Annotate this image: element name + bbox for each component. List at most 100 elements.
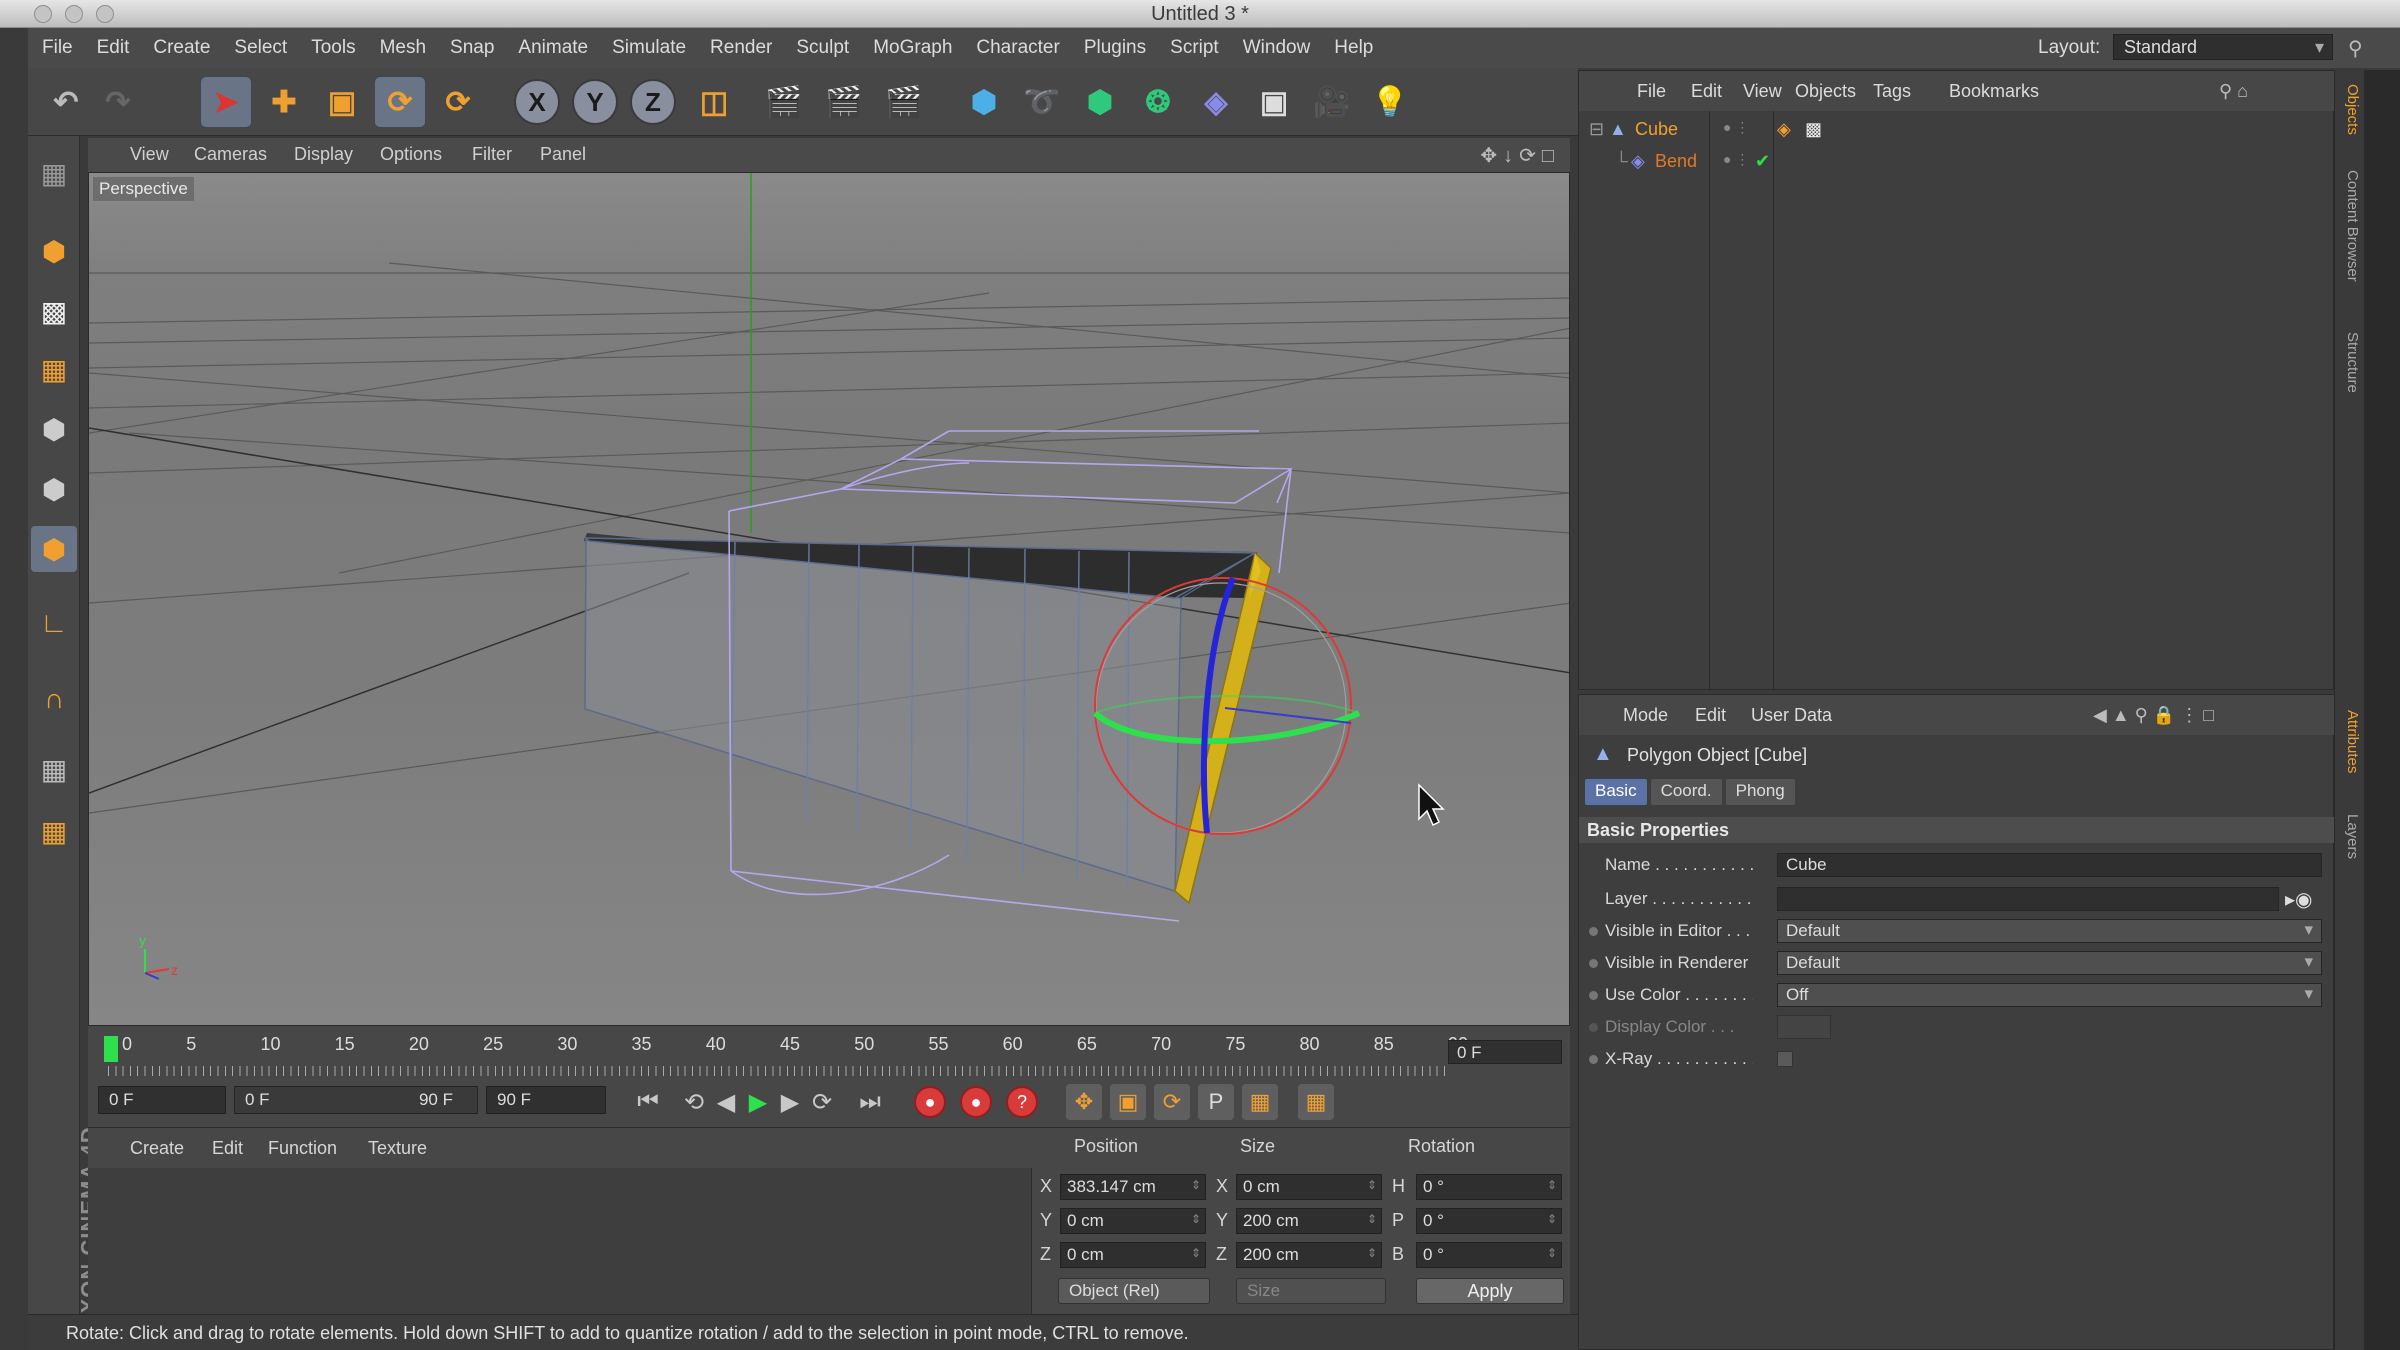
menu-animate[interactable]: Animate	[518, 37, 588, 59]
viewport-menu-panel[interactable]: Panel	[540, 144, 586, 165]
menu-character[interactable]: Character	[976, 37, 1059, 59]
tab-phong[interactable]: Phong	[1725, 779, 1795, 805]
x-axis-lock-icon[interactable]: X	[514, 79, 560, 125]
next-key-icon[interactable]: ⟳	[804, 1084, 840, 1120]
menu-create[interactable]: Create	[153, 37, 210, 59]
rotation-h-field[interactable]: 0 °	[1416, 1174, 1562, 1200]
animation-dot[interactable]	[1589, 1023, 1598, 1032]
points-mode-icon[interactable]: ⬢	[31, 406, 77, 452]
material-menu-edit[interactable]: Edit	[212, 1138, 243, 1159]
record-active-objects-icon[interactable]: ●	[914, 1086, 946, 1118]
use-color-dropdown[interactable]: Off	[1777, 983, 2322, 1007]
objects-menu-edit[interactable]: Edit	[1691, 81, 1722, 102]
attributes-nav-icons[interactable]: ◀ ▲ ⚲ 🔒 ⋮ □	[2093, 705, 2214, 726]
current-frame-field[interactable]: 0 F	[1448, 1040, 1562, 1064]
attributes-menu-user-data[interactable]: User Data	[1751, 705, 1832, 726]
next-frame-icon[interactable]: ▶	[772, 1084, 808, 1120]
side-tab-objects[interactable]: Objects	[2344, 84, 2361, 135]
deformer-icon[interactable]: ◈	[1190, 76, 1242, 128]
redo-icon[interactable]: ↷	[92, 76, 144, 128]
viewport-menu-filter[interactable]: Filter	[472, 144, 512, 165]
animation-dot[interactable]	[1589, 927, 1598, 936]
animation-dot[interactable]	[1589, 991, 1598, 1000]
snapping-icon[interactable]: ∩	[31, 676, 77, 722]
viewport-navigation-icons[interactable]: ✥↓⟳□	[1480, 143, 1560, 168]
visibility-dots[interactable]: ● ⋮	[1723, 151, 1749, 168]
workplane-lock-icon[interactable]: ▦	[31, 746, 77, 792]
spline-pen-icon[interactable]: ➰	[1016, 76, 1068, 128]
cube-primitive-icon[interactable]: ⬢	[958, 76, 1010, 128]
layer-arrow-icon[interactable]: ▸◉	[2285, 887, 2313, 912]
animation-dot[interactable]	[1589, 959, 1598, 968]
visible-in-editor-dropdown[interactable]: Default	[1777, 919, 2322, 943]
size-z-field[interactable]: 200 cm	[1236, 1242, 1382, 1268]
attributes-menu-mode[interactable]: Mode	[1623, 705, 1668, 726]
viewport-menu-options[interactable]: Options	[380, 144, 442, 165]
axis-mode-icon[interactable]: ∟	[31, 600, 77, 646]
subdivision-surface-icon[interactable]: ⬢	[1074, 76, 1126, 128]
material-menu-function[interactable]: Function	[268, 1138, 337, 1159]
side-tab-structure[interactable]: Structure	[2344, 332, 2361, 393]
render-settings-icon[interactable]: 🎬	[878, 76, 930, 128]
display-color-swatch[interactable]	[1777, 1015, 1831, 1039]
menu-file[interactable]: File	[42, 37, 73, 59]
visibility-dots[interactable]: ● ⋮	[1723, 119, 1749, 136]
start-frame-field[interactable]: 0 F	[98, 1086, 226, 1114]
scale-icon[interactable]: ▣	[316, 76, 368, 128]
light-icon[interactable]: 💡	[1364, 76, 1416, 128]
timeline-window-icon[interactable]: ▦	[1298, 1084, 1334, 1120]
size-y-field[interactable]: 200 cm	[1236, 1208, 1382, 1234]
cube-object[interactable]	[584, 533, 1272, 905]
menu-sculpt[interactable]: Sculpt	[796, 37, 849, 59]
menu-select[interactable]: Select	[234, 37, 287, 59]
record-point-level-icon[interactable]: ▦	[1242, 1084, 1278, 1120]
menu-window[interactable]: Window	[1243, 37, 1311, 59]
side-tab-content-browser[interactable]: Content Browser	[2344, 170, 2361, 282]
y-axis-lock-icon[interactable]: Y	[572, 79, 618, 125]
texture-mode-icon[interactable]: ▩	[31, 288, 77, 334]
workplane-mode-icon[interactable]: ▦	[31, 346, 77, 392]
phong-tag-icon[interactable]: ◈	[1777, 119, 1791, 140]
material-menu-create[interactable]: Create	[130, 1138, 184, 1159]
object-cube[interactable]: Cube	[1635, 119, 1678, 140]
layer-field[interactable]	[1777, 887, 2279, 911]
recent-tool-icon[interactable]: ⟳	[432, 76, 484, 128]
end-frame-field[interactable]: 90 F	[486, 1086, 606, 1114]
go-to-start-icon[interactable]: ⏮	[630, 1084, 666, 1120]
objects-menu-tags[interactable]: Tags	[1873, 81, 1911, 102]
objects-search-icon[interactable]: ⚲ ⌂	[2219, 81, 2248, 102]
rotation-b-field[interactable]: 0 °	[1416, 1242, 1562, 1268]
z-axis-lock-icon[interactable]: Z	[630, 79, 676, 125]
make-editable-icon[interactable]: ▦	[31, 150, 77, 196]
render-picture-viewer-icon[interactable]: 🎬	[818, 76, 870, 128]
viewport-menu-cameras[interactable]: Cameras	[194, 144, 267, 165]
move-icon[interactable]: ✚	[258, 76, 310, 128]
side-tab-attributes[interactable]: Attributes	[2344, 710, 2361, 773]
tab-coord[interactable]: Coord.	[1650, 779, 1722, 805]
objects-menu-objects[interactable]: Objects	[1795, 81, 1856, 102]
edges-mode-icon[interactable]: ⬢	[31, 466, 77, 512]
go-to-end-icon[interactable]: ⏭	[852, 1084, 888, 1120]
play-icon[interactable]: ▶	[740, 1084, 776, 1120]
model-mode-icon[interactable]: ⬢	[31, 228, 77, 274]
apply-button[interactable]: Apply	[1416, 1278, 1564, 1304]
camera-icon[interactable]: 🎥	[1306, 76, 1358, 128]
position-x-field[interactable]: 383.147 cm	[1060, 1174, 1206, 1200]
rotate-icon[interactable]: ⟳	[374, 76, 426, 128]
menu-tools[interactable]: Tools	[311, 37, 355, 59]
keyframe-selection-icon[interactable]: ?	[1006, 1086, 1038, 1118]
record-rotation-icon[interactable]: ⟳	[1154, 1084, 1190, 1120]
position-z-field[interactable]: 0 cm	[1060, 1242, 1206, 1268]
visible-in-renderer-dropdown[interactable]: Default	[1777, 951, 2322, 975]
timeline-ruler[interactable]: 051015202530354045505560657075808590 0 F	[88, 1026, 1570, 1078]
live-selection-icon[interactable]: ➤	[200, 76, 252, 128]
menu-render[interactable]: Render	[710, 37, 772, 59]
preview-range-slider[interactable]: 0 F 90 F	[234, 1086, 478, 1114]
record-scale-icon[interactable]: ▣	[1110, 1084, 1146, 1120]
size-x-field[interactable]: 0 cm	[1236, 1174, 1382, 1200]
texture-tag-icon[interactable]: ▩	[1805, 119, 1822, 140]
objects-menu-file[interactable]: File	[1637, 81, 1666, 102]
viewport-perspective[interactable]: y z Perspective	[88, 172, 1570, 1026]
position-y-field[interactable]: 0 cm	[1060, 1208, 1206, 1234]
attributes-menu-edit[interactable]: Edit	[1695, 705, 1726, 726]
